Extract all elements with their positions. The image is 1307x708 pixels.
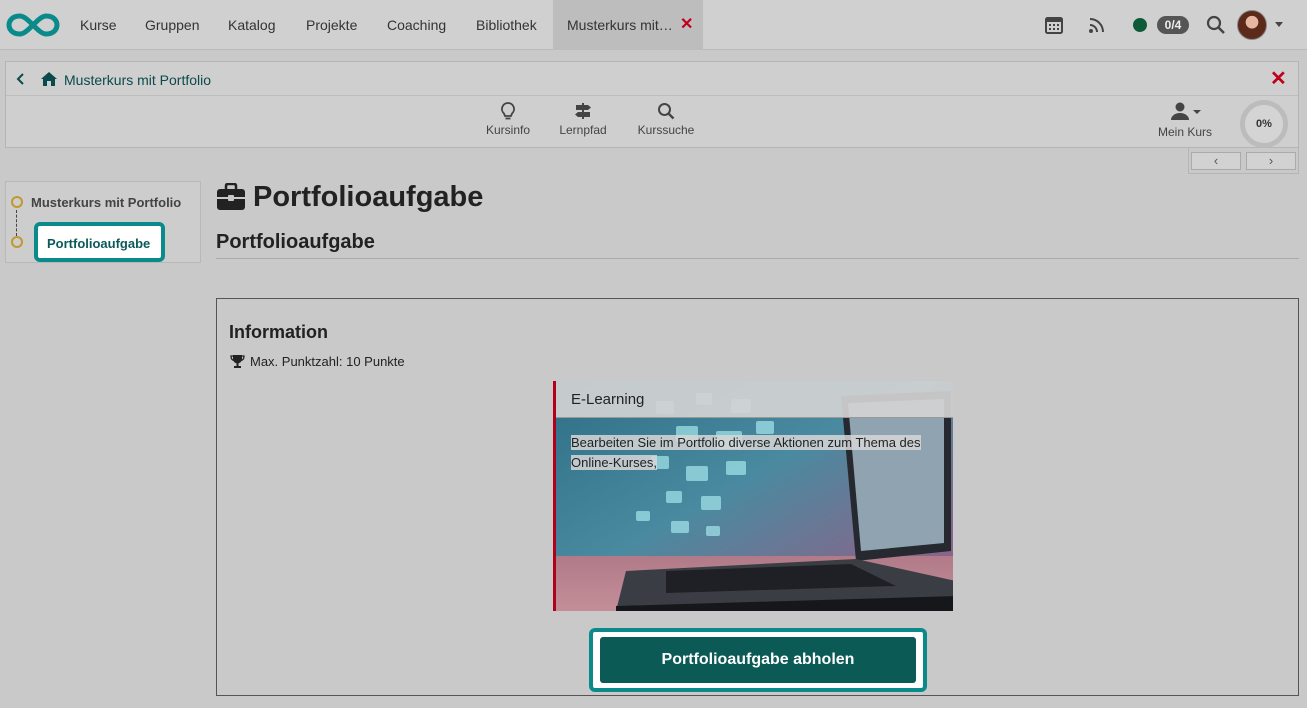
next-node-button[interactable]: › (1246, 152, 1296, 170)
tab-musterkurs-label: Musterkurs mit… (567, 17, 673, 33)
nav-projekte[interactable]: Projekte (306, 17, 357, 33)
menu-connector (16, 210, 17, 236)
menu-item-portfolioaufgabe-label: Portfolioaufgabe (47, 236, 151, 251)
tab-musterkurs[interactable]: Musterkurs mit… ✕ (553, 0, 703, 50)
online-status-indicator[interactable] (1133, 18, 1147, 32)
course-pager: ‹ › (1188, 148, 1299, 174)
tool-kursinfo[interactable]: Kursinfo (484, 102, 532, 137)
chevron-left-icon[interactable] (14, 71, 28, 87)
close-tab-icon[interactable]: ✕ (680, 14, 693, 34)
top-navigation: Kurse Gruppen Katalog Projekte Coaching … (0, 0, 1307, 50)
nav-coaching[interactable]: Coaching (387, 17, 446, 33)
breadcrumb-course-link[interactable]: Musterkurs mit Portfolio (64, 72, 211, 88)
divider (216, 258, 1299, 259)
breadcrumb: Musterkurs mit Portfolio ✕ (6, 62, 1298, 96)
trophy-icon (230, 355, 245, 368)
search-icon[interactable] (1205, 14, 1227, 36)
previous-node-button[interactable]: ‹ (1191, 152, 1241, 170)
calendar-icon[interactable] (1043, 14, 1065, 36)
course-menu: Musterkurs mit Portfolio Portfolioaufgab… (5, 181, 201, 263)
fetch-portfolio-task-button[interactable]: Portfolioaufgabe abholen (600, 637, 916, 683)
card-header: E-Learning (556, 381, 953, 418)
openolat-logo[interactable] (6, 10, 60, 40)
chevron-down-icon[interactable] (1275, 22, 1283, 27)
user-icon (1171, 102, 1201, 120)
signpost-icon (575, 103, 591, 119)
tool-kurssuche[interactable]: Kurssuche (636, 102, 696, 137)
tool-kursinfo-label: Kursinfo (485, 123, 531, 137)
tool-lernpfad[interactable]: Lernpfad (558, 102, 608, 137)
lightbulb-icon (501, 102, 515, 120)
card-title: E-Learning (571, 391, 645, 408)
search-icon (658, 103, 675, 120)
node-status-icon (11, 236, 23, 248)
nav-kurse[interactable]: Kurse (80, 17, 117, 33)
information-panel: Information Max. Punktzahl: 10 Punkte E-… (216, 298, 1299, 696)
information-heading: Information (229, 322, 328, 342)
nav-bibliothek[interactable]: Bibliothek (476, 17, 537, 33)
my-course-menu[interactable]: Mein Kurs (1156, 102, 1214, 139)
rss-icon[interactable] (1086, 14, 1108, 36)
notification-badge[interactable]: 0/4 (1157, 16, 1189, 34)
briefcase-icon (217, 183, 245, 210)
card-description: Bearbeiten Sie im Portfolio diverse Akti… (571, 433, 941, 473)
nav-katalog[interactable]: Katalog (228, 17, 275, 33)
max-points-text: Max. Punktzahl: 10 Punkte (250, 354, 405, 369)
nav-gruppen[interactable]: Gruppen (145, 17, 199, 33)
close-course-icon[interactable]: ✕ (1270, 66, 1287, 91)
node-status-icon (11, 196, 23, 208)
menu-item-portfolioaufgabe[interactable]: Portfolioaufgabe (34, 222, 165, 262)
menu-item-course-root[interactable]: Musterkurs mit Portfolio (31, 195, 181, 210)
tool-kurssuche-label: Kurssuche (637, 123, 695, 137)
user-avatar[interactable] (1237, 10, 1267, 40)
my-course-label: Mein Kurs (1157, 125, 1213, 139)
course-progress-indicator: 0% (1240, 100, 1288, 148)
page-subtitle: Portfolioaufgabe (216, 231, 375, 253)
home-icon[interactable] (40, 71, 58, 87)
fetch-task-button-highlight: Portfolioaufgabe abholen (589, 628, 927, 692)
page-title: Portfolioaufgabe (253, 181, 484, 213)
portfolio-card: E-Learning Bearbeiten Sie im Portfolio d… (553, 381, 953, 611)
card-description-text: Bearbeiten Sie im Portfolio diverse Akti… (571, 435, 921, 470)
course-toolbar: Musterkurs mit Portfolio ✕ Kursinfo Lern… (5, 61, 1299, 148)
tool-lernpfad-label: Lernpfad (559, 123, 607, 137)
